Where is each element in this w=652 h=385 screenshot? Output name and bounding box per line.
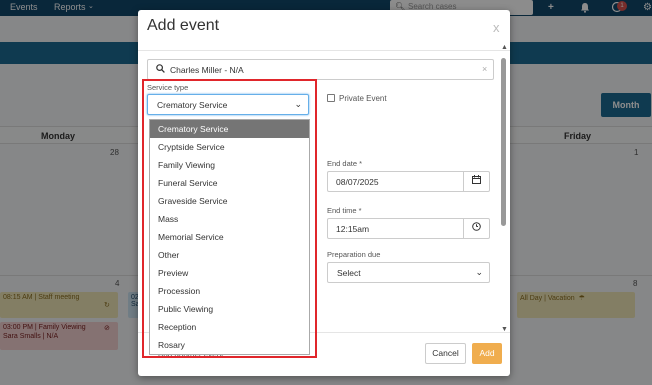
modal-header-divider xyxy=(138,50,510,51)
contact-value: Charles Miller - N/A xyxy=(170,65,244,75)
calendar-icon[interactable] xyxy=(463,172,489,191)
scrollbar-thumb[interactable] xyxy=(501,58,506,226)
cancel-button[interactable]: Cancel xyxy=(425,343,466,364)
clear-icon[interactable]: × xyxy=(482,64,487,74)
clock-icon[interactable] xyxy=(463,219,489,238)
end-date-value: 08/07/2025 xyxy=(336,177,379,187)
modal-title: Add event xyxy=(147,17,220,34)
end-date-label: End date * xyxy=(327,159,363,168)
search-icon xyxy=(156,64,165,75)
preparation-due-select[interactable]: Select ⌄ xyxy=(327,262,490,283)
end-time-field[interactable]: 12:15am xyxy=(327,218,490,239)
add-button[interactable]: Add xyxy=(472,343,502,364)
chevron-down-icon: ⌄ xyxy=(475,267,483,277)
contact-search-field[interactable]: Charles Miller - N/A × xyxy=(147,59,494,80)
close-button[interactable]: x xyxy=(493,20,500,35)
end-time-label: End time * xyxy=(327,206,362,215)
end-date-field[interactable]: 08/07/2025 xyxy=(327,171,490,192)
preparation-due-label: Preparation due xyxy=(327,250,381,259)
preparation-due-value: Select xyxy=(337,268,361,278)
end-time-value: 12:15am xyxy=(336,224,370,234)
private-event-label: Private Event xyxy=(339,94,387,103)
private-event-checkbox[interactable] xyxy=(327,94,335,102)
scroll-up-icon[interactable]: ▲ xyxy=(501,44,508,51)
highlight-annotation xyxy=(142,79,317,358)
modal-scrollbar[interactable]: ▲ ▼ xyxy=(500,44,508,334)
